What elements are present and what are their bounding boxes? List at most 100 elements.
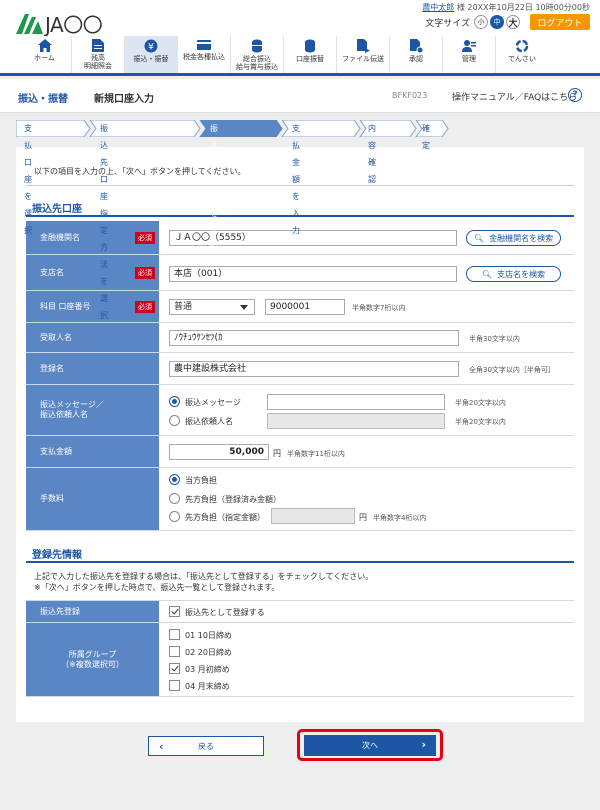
account-number-input[interactable]: 9000001 (265, 299, 345, 315)
group-label-03: 03 月初締め (185, 665, 230, 674)
font-size-controls: 文字サイズ 小 中 大 ログアウト (425, 14, 590, 30)
step-complete: 確定 (422, 124, 430, 150)
section-rule (26, 561, 574, 563)
step-enter-amount: 支払金額を入力 (292, 124, 300, 235)
branch-row: 支店名 必須 本店（001） 🔍︎ 支店名を検索 (26, 255, 574, 291)
fee-hint: 半角数字4桁以内 (373, 514, 427, 522)
account-hint: 半角数字7桁以内 (352, 304, 406, 312)
message-hint: 半角20文字以内 (455, 399, 506, 407)
nav-transfer[interactable]: ¥ 振込・振替 (124, 36, 177, 73)
message-row: 振込メッセージ／ 振込依頼人名 振込メッセージ 半角20文字以内 振込依頼人名 … (26, 385, 574, 436)
requester-hint: 半角20文字以内 (455, 418, 506, 426)
register-payee-label: 振込先登録 (26, 601, 159, 622)
group-row: 所属グループ （※複数選択可） 01 10日締め 02 20日締め 03 月初締… (26, 623, 574, 697)
group-checkbox-03[interactable] (169, 663, 180, 674)
title-bar: 振込・振替 新規口座入力 BFKF023 操作マニュアル／FAQはこちら ? (0, 79, 600, 113)
chevron-down-icon (240, 305, 248, 310)
nav-admin[interactable]: 管理 (442, 36, 495, 73)
global-nav: ホーム 残高 明細照会 ¥ 振込・振替 税金各種払込 総合振込 給与賞与振込 口… (0, 36, 600, 76)
bank-search-button[interactable]: 🔍︎ 金融機関名を検索 (466, 230, 561, 246)
message-input[interactable] (267, 394, 445, 410)
group-label-04: 04 月末締め (185, 682, 230, 691)
coins-stack-icon (252, 39, 262, 53)
nav-label: 振込・振替 (133, 55, 169, 63)
nav-label: 税金各種払込 (183, 53, 225, 61)
fee-label: 手数料 (26, 468, 159, 530)
message-radio[interactable] (169, 396, 180, 407)
logout-button[interactable]: ログアウト (530, 14, 590, 30)
step-select-payee: 振込先口座を選択 (210, 124, 218, 252)
home-icon (37, 39, 52, 52)
fee-specified-radio[interactable] (169, 511, 180, 522)
approval-icon (409, 39, 423, 53)
amount-input[interactable]: 50,000 (169, 444, 269, 460)
amount-row: 支払金額 50,000 円 半角数字11桁以内 (26, 436, 574, 468)
register-name-input[interactable]: 農中建設株式会社 (169, 361, 459, 377)
fee-own-radio[interactable] (169, 474, 180, 485)
fee-amount-input[interactable] (271, 508, 355, 524)
font-size-small-button[interactable]: 小 (474, 15, 488, 29)
user-info: 農中太郎 様 20XX年10月22日 10時00分00秒 (422, 2, 590, 13)
fee-row: 手数料 当方負担 先方負担（登録済み金額） 先方負担（指定金額） 円 半角数字4… (26, 468, 574, 531)
back-button[interactable]: ‹ 戻る (148, 736, 264, 756)
font-size-label: 文字サイズ (425, 18, 470, 29)
amount-label: 支払金額 (26, 436, 159, 467)
recipient-label: 受取人名 (26, 323, 159, 352)
branch-search-button[interactable]: 🔍︎ 支店名を検索 (466, 266, 561, 282)
nav-balance-inquiry[interactable]: 残高 明細照会 (71, 36, 124, 73)
section-rule (26, 215, 574, 217)
account-label: 科目 口座番号 必須 (26, 291, 159, 322)
register-payee-row: 振込先登録 振込先として登録する (26, 600, 574, 623)
nav-densai[interactable]: でんさい (495, 36, 548, 73)
nav-bulk-transfer[interactable]: 総合振込 給与賞与振込 (230, 36, 283, 73)
account-type-select[interactable]: 普通 (169, 299, 255, 315)
document-icon (92, 39, 104, 52)
registration-note-2: ※「次へ」ボタンを押した時点で、振込先一覧として登録されます。 (34, 583, 280, 592)
steps-arrows-icon (16, 120, 449, 137)
divider (26, 185, 574, 186)
recipient-name-input[interactable]: ﾉｳﾁｭｳｹﾝｾﾂ(ｶ (169, 330, 459, 346)
group-checkbox-04[interactable] (169, 680, 180, 691)
nav-label: でんさい (508, 55, 536, 63)
yen-transfer-icon: ¥ (144, 39, 158, 53)
nav-label: 口座振替 (296, 55, 324, 63)
branch-name-input[interactable]: 本店（001） (169, 266, 457, 282)
logo-text: JA〇〇 (45, 13, 103, 37)
help-link[interactable]: 操作マニュアル／FAQはこちら (452, 90, 577, 103)
group-checkbox-02[interactable] (169, 646, 180, 657)
ja-logo-mark-icon (16, 13, 43, 34)
bank-label: 金融機関名 必須 (26, 221, 159, 254)
last-login: 20XX年10月22日 10時00分00秒 (467, 3, 590, 12)
next-button[interactable]: 次へ › (304, 735, 436, 756)
font-size-large-button[interactable]: 大 (506, 15, 520, 29)
nav-label: 総合振込 給与賞与振込 (236, 55, 278, 71)
required-badge: 必須 (135, 231, 155, 244)
register-name-label: 登録名 (26, 353, 159, 384)
help-question-icon[interactable]: ? (568, 88, 582, 102)
account-row: 科目 口座番号 必須 普通 9000001 半角数字7桁以内 (26, 291, 574, 323)
required-badge: 必須 (135, 266, 155, 279)
nav-home[interactable]: ホーム (18, 36, 71, 73)
requester-radio[interactable] (169, 415, 180, 426)
card-icon (197, 40, 211, 50)
fee-registered-radio[interactable] (169, 493, 180, 504)
group-label-01: 01 10日締め (185, 631, 232, 640)
requester-input[interactable] (267, 413, 445, 429)
coins-icon (305, 39, 315, 53)
fee-own-label: 当方負担 (185, 476, 217, 485)
nav-label: 残高 明細照会 (84, 54, 112, 70)
densai-icon (515, 39, 529, 53)
register-name-row: 登録名 農中建設株式会社 全角30文字以内［半角可］ (26, 353, 574, 385)
nav-approval[interactable]: 承認 (389, 36, 442, 73)
ja-logo[interactable]: JA〇〇 (16, 9, 103, 38)
nav-label: 承認 (409, 55, 423, 63)
screen-code: BFKF023 (392, 91, 428, 100)
nav-tax-payment[interactable]: 税金各種払込 (177, 36, 230, 73)
group-checkbox-01[interactable] (169, 629, 180, 640)
font-size-medium-button[interactable]: 中 (490, 15, 504, 29)
user-name[interactable]: 農中太郎 (422, 3, 454, 12)
chevron-left-icon: ‹ (159, 740, 164, 753)
nav-file-transfer[interactable]: ファイル伝送 (336, 36, 389, 73)
register-payee-checkbox[interactable] (169, 606, 180, 617)
nav-account-transfer[interactable]: 口座振替 (283, 36, 336, 73)
